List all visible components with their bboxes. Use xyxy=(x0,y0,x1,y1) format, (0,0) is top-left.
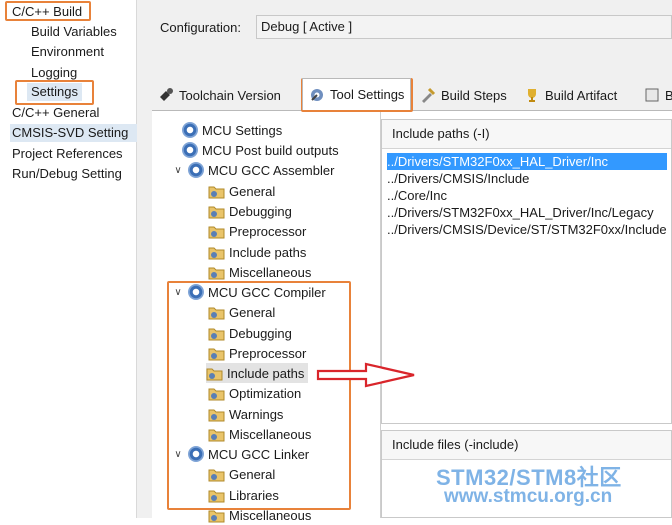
include-paths-panel: Include paths (-I) ../Drivers/STM32F0xx_… xyxy=(381,119,672,424)
tab-tool-settings[interactable]: Tool Settings xyxy=(302,78,412,110)
annotation-box-cpp-build xyxy=(5,1,91,21)
folder-settings-icon xyxy=(208,247,225,259)
tab-build-artifact[interactable]: Build Artifact xyxy=(524,82,618,108)
include-path-row[interactable]: ../Drivers/CMSIS/Device/ST/STM32F0xx/Inc… xyxy=(387,221,667,238)
tool-settings-icon xyxy=(311,88,323,101)
tree-item-asm-debugging[interactable]: Debugging xyxy=(208,201,292,221)
configuration-label: Configuration: xyxy=(160,20,241,35)
include-files-title: Include files (-include) xyxy=(392,437,519,452)
folder-settings-icon xyxy=(208,206,225,218)
tab-label: Build Artifact xyxy=(545,87,618,103)
gear-icon xyxy=(188,162,204,178)
tab-label: Toolchain Version xyxy=(179,87,281,103)
include-path-row[interactable]: ../Drivers/STM32F0xx_HAL_Driver/Inc xyxy=(387,153,667,170)
build-steps-icon xyxy=(422,87,436,103)
nav-item-project-references[interactable]: Project References xyxy=(12,145,123,163)
tree-item-asm-include-paths[interactable]: Include paths xyxy=(208,242,306,262)
tree-item-assembler[interactable]: ∨ MCU GCC Assembler xyxy=(172,160,334,180)
nav-item-cpp-general[interactable]: C/C++ General xyxy=(12,104,99,122)
include-paths-title: Include paths (-I) xyxy=(392,126,490,141)
nav-item-environment[interactable]: Environment xyxy=(31,43,104,61)
tree-item-mcu-settings[interactable]: MCU Settings xyxy=(182,120,282,140)
folder-settings-icon xyxy=(208,226,225,238)
tab-label: Build Steps xyxy=(441,87,507,103)
include-path-row[interactable]: ../Core/Inc xyxy=(387,187,667,204)
nav-item-build-variables[interactable]: Build Variables xyxy=(31,23,117,41)
property-nav: C/C++ Build Build Variables Environment … xyxy=(0,0,138,518)
tab-label: B xyxy=(665,87,672,103)
binary-icon xyxy=(645,88,659,102)
configuration-value: Debug [ Active ] xyxy=(261,19,353,34)
folder-settings-icon xyxy=(208,186,225,198)
nav-item-run-debug[interactable]: Run/Debug Setting xyxy=(12,165,122,183)
gear-icon xyxy=(182,122,198,138)
tree-item-asm-general[interactable]: General xyxy=(208,181,275,201)
tree-item-asm-preprocessor[interactable]: Preprocessor xyxy=(208,221,306,241)
configuration-select[interactable]: Debug [ Active ] xyxy=(256,15,672,39)
folder-settings-icon xyxy=(208,267,225,279)
tree-item-post-build[interactable]: MCU Post build outputs xyxy=(182,140,339,160)
include-files-header: Include files (-include) xyxy=(382,431,671,460)
toolchain-icon xyxy=(160,88,173,101)
annotation-box-settings xyxy=(15,80,94,105)
chevron-down-icon[interactable]: ∨ xyxy=(172,165,184,176)
gear-icon xyxy=(182,142,198,158)
include-path-row[interactable]: ../Drivers/CMSIS/Include xyxy=(387,170,667,187)
nav-item-cmsis-svd[interactable]: CMSIS-SVD Setting xyxy=(10,124,138,142)
include-paths-header: Include paths (-I) xyxy=(382,120,671,149)
tab-toolchain-version[interactable]: Toolchain Version xyxy=(158,82,281,108)
tab-binary-parsers[interactable]: B xyxy=(644,82,672,108)
include-path-row[interactable]: ../Drivers/STM32F0xx_HAL_Driver/Inc/Lega… xyxy=(387,204,667,221)
tree-item-asm-misc[interactable]: Miscellaneous xyxy=(208,262,311,282)
trophy-icon xyxy=(528,89,536,102)
watermark-url: www.stmcu.org.cn xyxy=(444,486,613,507)
annotation-box-compiler xyxy=(167,281,351,510)
arrow-icon xyxy=(316,362,415,388)
tab-label: Tool Settings xyxy=(330,87,405,102)
tab-build-steps[interactable]: Build Steps xyxy=(420,82,507,108)
